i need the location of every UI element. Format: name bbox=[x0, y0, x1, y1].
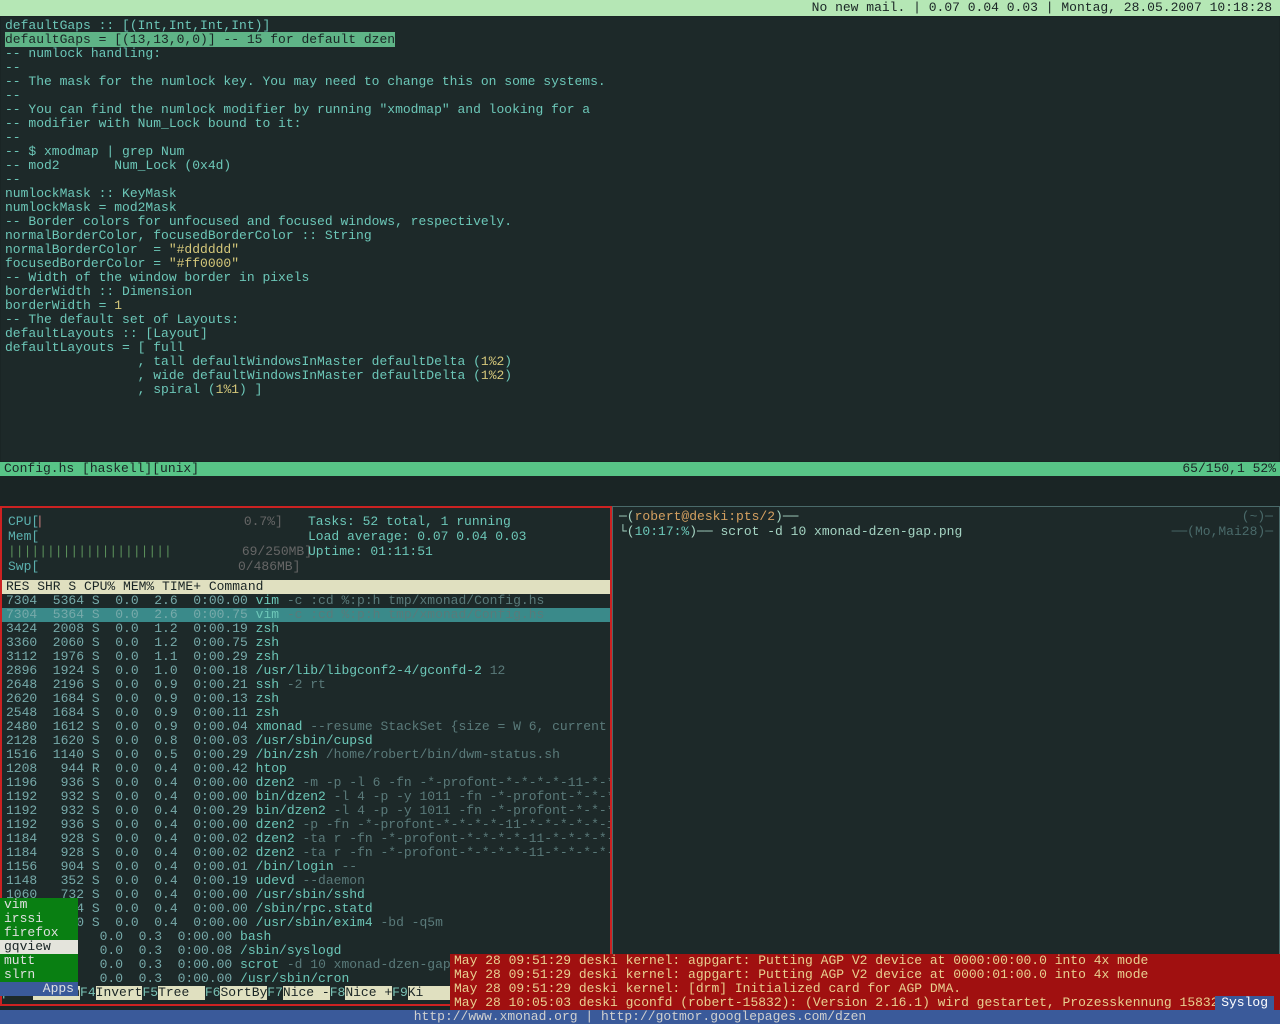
code-line[interactable]: , tall defaultWindowsInMaster defaultDel… bbox=[5, 355, 1275, 369]
code-line[interactable]: defaultGaps = [(13,13,0,0)] -- 15 for de… bbox=[5, 33, 1275, 47]
syslog-label: Syslog bbox=[1215, 996, 1274, 1010]
code-line[interactable]: , spiral (1%1) ] bbox=[5, 383, 1275, 397]
mem-meter: Mem[|||||||||||||||||||||69/250MB] bbox=[8, 529, 308, 559]
status-filename: Config.hs [haskell][unix] bbox=[4, 462, 199, 476]
term-host: ─(robert@deski:pts/2)── bbox=[619, 509, 798, 524]
editor-pane[interactable]: defaultGaps :: [(Int,Int,Int,Int)]defaul… bbox=[0, 16, 1280, 462]
code-line[interactable]: -- You can find the numlock modifier by … bbox=[5, 103, 1275, 117]
syslog-line: May 28 09:51:29 deski kernel: agpgart: P… bbox=[454, 968, 1276, 982]
app-item-mutt[interactable]: mutt bbox=[0, 954, 78, 968]
tasks-count: Tasks: 52 total, 1 running bbox=[308, 514, 604, 529]
process-row[interactable]: 1192 932 S 0.0 0.4 0:00.00 bin/dzen2 -l … bbox=[2, 790, 610, 804]
date-time: Montag, 28.05.2007 10:18:28 bbox=[1061, 0, 1272, 15]
status-position: 65/150,1 52% bbox=[1182, 462, 1276, 476]
syslog-line: May 28 09:51:29 deski kernel: agpgart: P… bbox=[454, 954, 1276, 968]
swap-meter: Swp[0/486MB] bbox=[8, 559, 308, 574]
cpu-meter: CPU[|0.7%] bbox=[8, 514, 308, 529]
code-line[interactable]: -- The mask for the numlock key. You may… bbox=[5, 75, 1275, 89]
process-row[interactable]: 1208 944 R 0.0 0.4 0:00.42 htop bbox=[2, 762, 610, 776]
code-line[interactable]: -- Width of the window border in pixels bbox=[5, 271, 1275, 285]
process-row[interactable]: 1184 928 S 0.0 0.4 0:00.02 dzen2 -ta r -… bbox=[2, 846, 610, 860]
mail-status: No new mail. bbox=[812, 0, 906, 15]
app-item-gqview[interactable]: gqview bbox=[0, 940, 78, 954]
code-line[interactable]: defaultLayouts :: [Layout] bbox=[5, 327, 1275, 341]
code-line[interactable]: -- bbox=[5, 61, 1275, 75]
code-line[interactable]: normalBorderColor, focusedBorderColor ::… bbox=[5, 229, 1275, 243]
code-line[interactable]: borderWidth = 1 bbox=[5, 299, 1275, 313]
footer-bar: http://www.xmonad.org | http://gotmor.go… bbox=[0, 1010, 1280, 1024]
htop-pane[interactable]: CPU[|0.7%] Mem[|||||||||||||||||||||69/2… bbox=[0, 506, 612, 1006]
app-item-firefox[interactable]: firefox bbox=[0, 926, 78, 940]
process-row[interactable]: 7304 5364 S 0.0 2.6 0:00.75 vim -c :cd %… bbox=[2, 608, 610, 622]
editor-status-bar: Config.hs [haskell][unix] 65/150,1 52% bbox=[0, 462, 1280, 476]
code-line[interactable]: defaultGaps :: [(Int,Int,Int,Int)] bbox=[5, 19, 1275, 33]
app-item-vim[interactable]: vim bbox=[0, 898, 78, 912]
apps-menu[interactable]: vimirssifirefoxgqviewmuttslrnApps bbox=[0, 898, 78, 996]
process-row[interactable]: 1148 352 S 0.0 0.4 0:00.19 udevd --daemo… bbox=[2, 874, 610, 888]
app-item-slrn[interactable]: slrn bbox=[0, 968, 78, 982]
process-row[interactable]: 1192 932 S 0.0 0.4 0:00.29 bin/dzen2 -l … bbox=[2, 804, 610, 818]
editor-content[interactable]: defaultGaps :: [(Int,Int,Int,Int)]defaul… bbox=[5, 19, 1275, 397]
term-date: ──(Mo,Mai28)─ bbox=[1172, 524, 1273, 539]
syslog-panel: May 28 09:51:29 deski kernel: agpgart: P… bbox=[450, 954, 1280, 1010]
term-command: scrot -d 10 xmonad-dzen-gap.png bbox=[720, 524, 962, 539]
footer-links[interactable]: http://www.xmonad.org | http://gotmor.go… bbox=[414, 1009, 866, 1024]
process-row[interactable]: 2128 1620 S 0.0 0.8 0:00.03 /usr/sbin/cu… bbox=[2, 734, 610, 748]
process-row[interactable]: 2620 1684 S 0.0 0.9 0:00.13 zsh bbox=[2, 692, 610, 706]
code-line[interactable]: -- bbox=[5, 131, 1275, 145]
process-row[interactable]: 0.0 0.3 0:00.00 bash bbox=[2, 930, 610, 944]
process-row[interactable]: 1196 936 S 0.0 0.4 0:00.00 dzen2 -m -p -… bbox=[2, 776, 610, 790]
code-line[interactable]: -- The default set of Layouts: bbox=[5, 313, 1275, 327]
code-line[interactable]: -- numlock handling: bbox=[5, 47, 1275, 61]
term-indicator: (~)─ bbox=[1242, 509, 1273, 524]
code-line[interactable]: numlockMask = mod2Mask bbox=[5, 201, 1275, 215]
code-line[interactable]: -- Border colors for unfocused and focus… bbox=[5, 215, 1275, 229]
process-row[interactable]: 1192 936 S 0.0 0.4 0:00.00 dzen2 -p -fn … bbox=[2, 818, 610, 832]
process-list-header[interactable]: RES SHR S CPU% MEM% TIME+ Command bbox=[2, 580, 610, 594]
process-row[interactable]: 2548 1684 S 0.0 0.9 0:00.11 zsh bbox=[2, 706, 610, 720]
terminal-pane[interactable]: ─(robert@deski:pts/2)── (~)─ └(10:17:%)─… bbox=[612, 506, 1280, 1006]
code-line[interactable]: -- $ xmodmap | grep Num bbox=[5, 145, 1275, 159]
process-row[interactable]: 2648 2196 S 0.0 0.9 0:00.21 ssh -2 rt bbox=[2, 678, 610, 692]
uptime: Uptime: 01:11:51 bbox=[308, 544, 604, 559]
code-line[interactable]: -- bbox=[5, 173, 1275, 187]
process-row[interactable]: 2896 1924 S 0.0 1.0 0:00.18 /usr/lib/lib… bbox=[2, 664, 610, 678]
code-line[interactable]: -- bbox=[5, 89, 1275, 103]
process-row[interactable]: 3424 2008 S 0.0 1.2 0:00.19 zsh bbox=[2, 622, 610, 636]
code-line[interactable]: , wide defaultWindowsInMaster defaultDel… bbox=[5, 369, 1275, 383]
process-row[interactable]: 1028 720 S 0.0 0.4 0:00.00 /usr/sbin/exi… bbox=[2, 916, 610, 930]
process-row[interactable]: 3112 1976 S 0.0 1.1 0:00.29 zsh bbox=[2, 650, 610, 664]
process-row[interactable]: 1516 1140 S 0.0 0.5 0:00.29 /bin/zsh /ho… bbox=[2, 748, 610, 762]
syslog-line: May 28 09:51:29 deski kernel: [drm] Init… bbox=[454, 982, 1276, 996]
syslog-line: May 28 10:05:03 deski gconfd (robert-158… bbox=[454, 996, 1276, 1010]
load-average: Load average: 0.07 0.04 0.03 bbox=[308, 529, 604, 544]
code-line[interactable]: focusedBorderColor = "#ff0000" bbox=[5, 257, 1275, 271]
process-row[interactable]: 7304 5364 S 0.0 2.6 0:00.00 vim -c :cd %… bbox=[2, 594, 610, 608]
code-line[interactable]: -- modifier with Num_Lock bound to it: bbox=[5, 117, 1275, 131]
process-row[interactable]: 1156 904 S 0.0 0.4 0:00.01 /bin/login -- bbox=[2, 860, 610, 874]
process-row[interactable]: 1052 924 S 0.0 0.4 0:00.00 /sbin/rpc.sta… bbox=[2, 902, 610, 916]
process-row[interactable]: 2480 1612 S 0.0 0.9 0:00.04 xmonad --res… bbox=[2, 720, 610, 734]
term-time: └(10:17:%)── bbox=[619, 524, 720, 539]
code-line[interactable]: borderWidth :: Dimension bbox=[5, 285, 1275, 299]
top-status-bar: No new mail. | 0.07 0.04 0.03 | Montag, … bbox=[0, 0, 1280, 16]
process-row[interactable]: 1060 732 S 0.0 0.4 0:00.00 /usr/sbin/ssh… bbox=[2, 888, 610, 902]
load-averages: 0.07 0.04 0.03 bbox=[929, 0, 1038, 15]
process-row[interactable]: 1184 928 S 0.0 0.4 0:00.02 dzen2 -ta r -… bbox=[2, 832, 610, 846]
code-line[interactable]: normalBorderColor = "#dddddd" bbox=[5, 243, 1275, 257]
code-line[interactable]: defaultLayouts = [ full bbox=[5, 341, 1275, 355]
apps-title: Apps bbox=[0, 982, 78, 996]
code-line[interactable]: -- mod2 Num_Lock (0x4d) bbox=[5, 159, 1275, 173]
code-line[interactable]: numlockMask :: KeyMask bbox=[5, 187, 1275, 201]
process-row[interactable]: 3360 2060 S 0.0 1.2 0:00.75 zsh bbox=[2, 636, 610, 650]
app-item-irssi[interactable]: irssi bbox=[0, 912, 78, 926]
process-list[interactable]: 7304 5364 S 0.0 2.6 0:00.00 vim -c :cd %… bbox=[2, 594, 610, 986]
